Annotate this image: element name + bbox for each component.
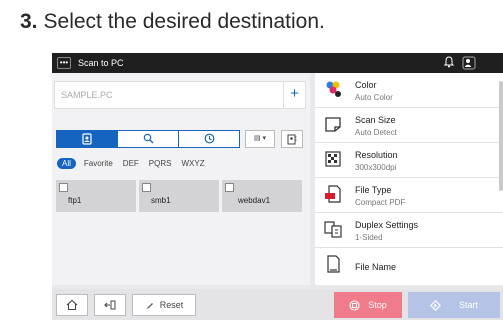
add-destination-button[interactable]: + — [283, 82, 305, 108]
duplex-setting[interactable]: Duplex Settings 1-Sided — [315, 213, 503, 248]
destination-list: ftp1 smb1 webdav1 — [56, 180, 302, 212]
destination-panel: SAMPLE.PC + ▤ ▾ All Favorite DEF PQRS WX… — [52, 73, 310, 285]
destination-label: smb1 — [151, 196, 171, 205]
start-icon — [430, 300, 441, 312]
address-book-tab[interactable] — [57, 131, 118, 147]
resolution-icon — [325, 151, 341, 167]
exit-icon — [104, 300, 116, 310]
search-icon — [143, 133, 153, 144]
destination-checkbox[interactable] — [225, 183, 234, 192]
destination-item[interactable]: ftp1 — [56, 180, 136, 212]
filter-def[interactable]: DEF — [121, 158, 141, 169]
menu-button[interactable]: ••• — [57, 57, 71, 69]
filter-favorite[interactable]: Favorite — [82, 158, 115, 169]
device-screen: ••• Scan to PC SAMPLE.PC + ▤ ▾ All Favor… — [52, 53, 503, 320]
title-bar: ••• Scan to PC — [52, 53, 503, 73]
file-type-setting[interactable]: File Type Compact PDF — [315, 178, 503, 213]
bell-icon[interactable] — [442, 56, 456, 70]
setting-value: 300x300dpi — [355, 163, 397, 172]
setting-value: Compact PDF — [355, 198, 406, 207]
filter-all[interactable]: All — [57, 158, 76, 169]
view-mode-dropdown[interactable]: ▤ ▾ — [245, 130, 275, 148]
destination-label: ftp1 — [68, 196, 82, 205]
home-icon — [66, 299, 78, 311]
duplex-icon — [324, 221, 342, 238]
start-button[interactable]: Start — [408, 292, 500, 318]
scan-size-setting[interactable]: Scan Size Auto Detect — [315, 108, 503, 143]
instruction-heading: 3. Select the desired destination. — [20, 10, 325, 34]
document-icon — [327, 255, 340, 273]
file-name-setting[interactable]: File Name — [315, 248, 503, 283]
destination-checkbox[interactable] — [142, 183, 151, 192]
reset-button[interactable]: Reset — [132, 294, 196, 316]
setting-value: Auto Detect — [355, 128, 397, 137]
window-title: Scan to PC — [78, 58, 124, 68]
setting-label: Resolution — [355, 150, 398, 160]
setting-label: Scan Size — [355, 115, 396, 125]
filter-wxyz[interactable]: WXYZ — [179, 158, 206, 169]
setting-label: Duplex Settings — [355, 220, 419, 230]
destination-item[interactable]: webdav1 — [222, 180, 302, 212]
start-label: Start — [458, 300, 478, 310]
setting-value: 1-Sided — [355, 233, 383, 242]
destination-tabs — [56, 130, 240, 148]
destination-input[interactable]: SAMPLE.PC — [61, 90, 113, 100]
color-setting[interactable]: Color Auto Color — [315, 73, 503, 108]
step-number: 3. — [20, 10, 38, 33]
exit-button[interactable] — [94, 294, 126, 316]
destination-checkbox[interactable] — [59, 183, 68, 192]
stop-icon — [349, 300, 360, 311]
reset-label: Reset — [159, 300, 184, 310]
home-button[interactable] — [56, 294, 88, 316]
step-text: Select the desired destination. — [43, 10, 325, 33]
address-book-icon — [82, 133, 92, 145]
resolution-setting[interactable]: Resolution 300x300dpi — [315, 143, 503, 178]
stop-label: Stop — [368, 300, 387, 310]
filter-pqrs[interactable]: PQRS — [147, 158, 174, 169]
color-icon — [326, 81, 341, 97]
destination-input-row: SAMPLE.PC + — [54, 81, 306, 109]
search-tab[interactable] — [118, 131, 179, 147]
destination-label: webdav1 — [238, 196, 271, 205]
setting-label: Color — [355, 80, 377, 90]
setting-value: Auto Color — [355, 93, 393, 102]
stop-button[interactable]: Stop — [334, 292, 402, 318]
login-user-icon[interactable] — [462, 56, 476, 70]
scan-size-icon — [325, 117, 341, 132]
history-icon — [204, 133, 214, 144]
bottom-bar: Reset Stop Start — [52, 289, 503, 320]
index-filters: All Favorite DEF PQRS WXYZ — [57, 158, 207, 169]
reset-icon — [145, 303, 153, 310]
setting-label: File Type — [355, 185, 392, 195]
book-icon — [287, 134, 297, 145]
settings-scrollbar[interactable] — [499, 81, 503, 191]
settings-panel: Color Auto Color Scan Size Auto Detect R… — [315, 73, 503, 285]
pdf-file-icon — [325, 185, 341, 203]
address-book-button[interactable] — [281, 130, 303, 148]
setting-label: File Name — [355, 262, 397, 272]
history-tab[interactable] — [179, 131, 239, 147]
destination-item[interactable]: smb1 — [139, 180, 219, 212]
